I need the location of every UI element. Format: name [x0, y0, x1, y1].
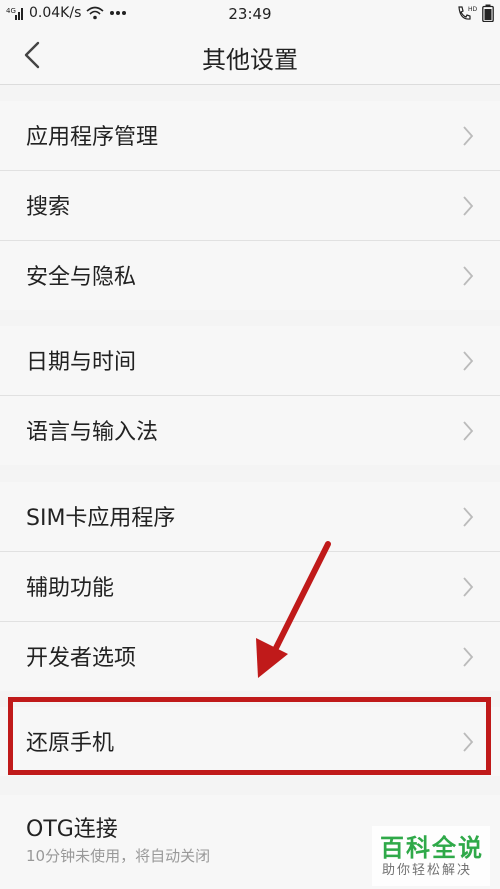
- menu-item-search[interactable]: 搜索: [0, 171, 500, 241]
- menu-item-label: 日期与时间: [26, 350, 137, 375]
- menu-item-label: OTG连接: [26, 817, 118, 842]
- chevron-right-icon: [463, 266, 474, 286]
- menu-item-label: 应用程序管理: [26, 125, 159, 150]
- menu-item-security-privacy[interactable]: 安全与隐私: [0, 241, 500, 310]
- settings-group-locale: 日期与时间 语言与输入法: [0, 326, 500, 465]
- chevron-right-icon: [463, 196, 474, 216]
- status-bar: 4G 0.04K/s 23:49 HD: [0, 0, 500, 28]
- menu-item-language-input[interactable]: 语言与输入法: [0, 396, 500, 465]
- menu-item-subtitle: 10分钟未使用，将自动关闭: [26, 847, 211, 865]
- chevron-right-icon: [463, 647, 474, 667]
- menu-item-label: 语言与输入法: [26, 420, 159, 445]
- settings-group-advanced: SIM卡应用程序 辅助功能 开发者选项: [0, 482, 500, 691]
- menu-item-label: 安全与隐私: [26, 265, 137, 290]
- menu-item-label: 开发者选项: [26, 646, 137, 671]
- chevron-right-icon: [463, 421, 474, 441]
- menu-item-date-time[interactable]: 日期与时间: [0, 326, 500, 396]
- chevron-right-icon: [463, 507, 474, 527]
- status-time: 23:49: [228, 5, 272, 23]
- header: 其他设置: [0, 28, 500, 85]
- menu-item-label: 辅助功能: [26, 576, 115, 601]
- menu-item-label: SIM卡应用程序: [26, 506, 176, 531]
- menu-item-label: 还原手机: [26, 731, 115, 756]
- chevron-right-icon: [463, 126, 474, 146]
- settings-group-apps: 应用程序管理 搜索 安全与隐私: [0, 101, 500, 310]
- watermark-logo: 百科全说 助你轻松解决: [372, 826, 490, 886]
- chevron-right-icon: [463, 732, 474, 752]
- page-title: 其他设置: [202, 46, 298, 74]
- settings-group-reset: 还原手机: [0, 707, 500, 776]
- menu-item-reset-phone[interactable]: 还原手机: [0, 707, 500, 776]
- menu-item-sim-apps[interactable]: SIM卡应用程序: [0, 482, 500, 552]
- hd-call-icon: HD: [458, 6, 478, 20]
- watermark-title: 百科全说: [380, 834, 484, 862]
- chevron-right-icon: [463, 577, 474, 597]
- menu-item-developer-options[interactable]: 开发者选项: [0, 622, 500, 691]
- status-right: HD: [456, 4, 494, 22]
- menu-item-label: 搜索: [26, 195, 71, 220]
- battery-icon: [482, 4, 494, 22]
- watermark-subtitle: 助你轻松解决: [382, 863, 473, 878]
- hd-label: HD: [468, 6, 478, 13]
- menu-item-accessibility[interactable]: 辅助功能: [0, 552, 500, 622]
- menu-item-app-management[interactable]: 应用程序管理: [0, 101, 500, 171]
- chevron-right-icon: [463, 351, 474, 371]
